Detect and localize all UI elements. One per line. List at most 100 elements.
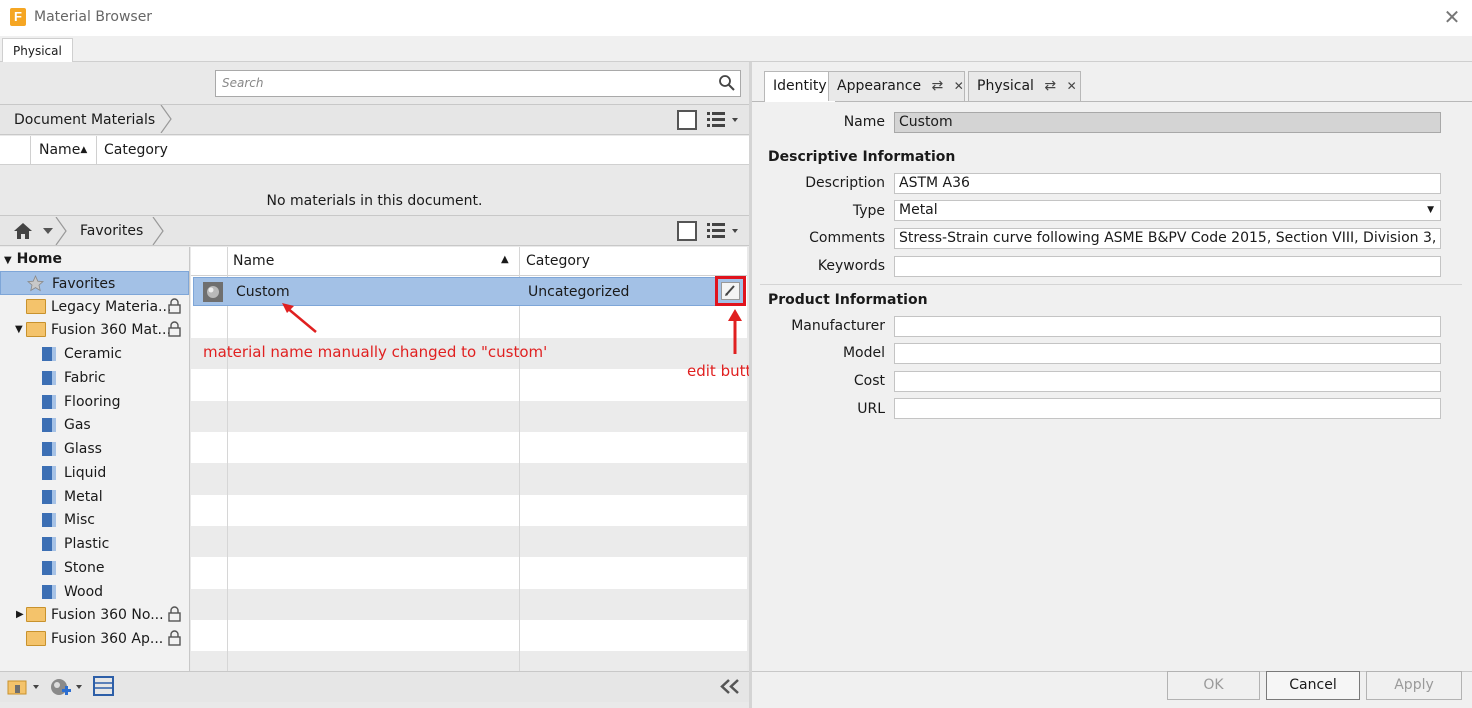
material-category-icon: [42, 395, 56, 409]
tree-root-home[interactable]: ▼ Home: [0, 247, 189, 271]
tree-item-plastic[interactable]: Plastic: [0, 532, 189, 556]
cancel-button[interactable]: Cancel: [1266, 671, 1360, 700]
keywords-label: Keywords: [817, 258, 885, 274]
tree-item-misc[interactable]: Misc: [0, 508, 189, 532]
close-tab-icon[interactable]: ✕: [1067, 79, 1077, 93]
column-divider: [96, 136, 97, 165]
table-row: [191, 307, 747, 338]
swap-icon[interactable]: ⇄: [1044, 78, 1056, 94]
view-toggle-icon[interactable]: [677, 221, 697, 241]
ok-button[interactable]: OK: [1167, 671, 1260, 700]
lock-icon: [168, 606, 181, 622]
tree-item-metal[interactable]: Metal: [0, 485, 189, 509]
description-field[interactable]: ASTM A36: [894, 173, 1441, 194]
keywords-field[interactable]: [894, 256, 1441, 277]
tree-item-legacy-materials[interactable]: Legacy Materia...: [0, 295, 189, 319]
expand-down-icon[interactable]: ▼: [15, 318, 23, 342]
apply-button[interactable]: Apply: [1366, 671, 1462, 700]
create-material-icon[interactable]: [49, 676, 85, 698]
sort-ascending-icon[interactable]: ▲: [501, 254, 509, 265]
view-toggle-icon[interactable]: [677, 110, 697, 130]
edit-pencil-icon[interactable]: [721, 282, 740, 300]
grid-name-column-header[interactable]: Name: [233, 253, 274, 269]
type-select[interactable]: Metal ▼: [894, 200, 1441, 221]
list-view-icon[interactable]: [706, 110, 738, 130]
product-information-title: Product Information: [768, 292, 928, 308]
tree-item-glass[interactable]: Glass: [0, 437, 189, 461]
material-category-icon: [42, 347, 56, 361]
tree-item-fusion-360-materials[interactable]: ▼ Fusion 360 Mat...: [0, 318, 189, 342]
tree-item-favorites[interactable]: Favorites: [0, 271, 189, 295]
cost-field[interactable]: [894, 371, 1441, 392]
search-input[interactable]: [215, 70, 741, 97]
manufacturer-label: Manufacturer: [791, 318, 885, 334]
tree-item-label: Ceramic: [64, 346, 122, 362]
close-icon[interactable]: ✕: [1440, 4, 1464, 30]
tab-physical-label: Physical: [977, 78, 1034, 94]
collapse-panel-icon[interactable]: [720, 679, 740, 694]
tree-item-label: Plastic: [64, 536, 110, 552]
url-field[interactable]: [894, 398, 1441, 419]
tree-item-stone[interactable]: Stone: [0, 556, 189, 580]
annotation-arrow-icon: [282, 303, 317, 333]
doc-name-column-label: Name: [39, 142, 81, 158]
document-materials-breadcrumb[interactable]: Document Materials: [14, 112, 155, 128]
material-category-icon: [42, 371, 56, 385]
title-bar: [0, 0, 1472, 36]
tab-identity[interactable]: Identity: [764, 71, 836, 102]
manage-library-icon[interactable]: [7, 677, 41, 697]
column-divider: [227, 247, 228, 671]
button-bar-divider: [752, 671, 1472, 672]
tree-item-flooring[interactable]: Flooring: [0, 390, 189, 414]
window-title: Material Browser: [34, 9, 153, 25]
column-divider: [519, 247, 520, 671]
tree-item-fabric[interactable]: Fabric: [0, 366, 189, 390]
type-label: Type: [852, 203, 885, 219]
lock-icon: [168, 298, 181, 314]
cost-label: Cost: [853, 373, 885, 389]
name-field[interactable]: Custom: [894, 112, 1441, 133]
grid-category-column-header[interactable]: Category: [526, 253, 590, 269]
folder-icon: [26, 631, 46, 646]
toggle-panel-icon[interactable]: [93, 676, 114, 696]
tree-item-gas[interactable]: Gas: [0, 413, 189, 437]
annotation-arrow-icon: [728, 309, 742, 354]
folder-icon: [26, 607, 46, 622]
material-name-cell[interactable]: Custom: [236, 284, 290, 300]
tree-item-label: Gas: [64, 417, 91, 433]
manufacturer-field[interactable]: [894, 316, 1441, 337]
favorites-breadcrumb[interactable]: Favorites: [80, 223, 143, 239]
tree-item-label: Fabric: [64, 370, 106, 386]
expand-right-icon[interactable]: ▶: [16, 603, 24, 627]
tree-item-fusion-360-appearance[interactable]: Fusion 360 Ap...: [0, 627, 189, 651]
tab-physical[interactable]: Physical ⇄ ✕: [968, 71, 1081, 101]
url-label: URL: [857, 401, 885, 417]
home-icon[interactable]: [13, 222, 33, 240]
doc-name-column-header[interactable]: Name▲: [39, 142, 87, 158]
model-field[interactable]: [894, 343, 1441, 364]
swap-icon[interactable]: ⇄: [932, 78, 944, 94]
tab-appearance[interactable]: Appearance ⇄ ✕: [828, 71, 965, 101]
table-row: [191, 369, 747, 401]
tree-item-label: Fusion 360 Mat...: [51, 322, 171, 338]
tree-item-label: Wood: [64, 584, 104, 600]
search-icon[interactable]: [718, 74, 736, 92]
folder-icon: [26, 322, 46, 337]
folder-icon: [26, 299, 46, 314]
tab-physical-top[interactable]: Physical: [2, 38, 73, 63]
tree-item-ceramic[interactable]: Ceramic: [0, 342, 189, 366]
tree-item-wood[interactable]: Wood: [0, 580, 189, 604]
description-label: Description: [805, 175, 885, 191]
list-view-icon[interactable]: [706, 221, 738, 241]
tree-item-label: Glass: [64, 441, 102, 457]
tree-item-liquid[interactable]: Liquid: [0, 461, 189, 485]
expand-down-icon: ▼: [4, 255, 12, 266]
tree-item-fusion-360-nonlinear[interactable]: ▶ Fusion 360 No...: [0, 603, 189, 627]
close-tab-icon[interactable]: ✕: [954, 79, 964, 93]
material-category-icon: [42, 466, 56, 480]
tree-item-label: Fusion 360 Ap...: [51, 631, 164, 647]
home-dropdown-icon[interactable]: [43, 228, 53, 234]
doc-category-column-header[interactable]: Category: [104, 142, 168, 158]
tree-item-label: Metal: [64, 489, 103, 505]
comments-field[interactable]: Stress-Strain curve following ASME B&PV …: [894, 228, 1441, 249]
